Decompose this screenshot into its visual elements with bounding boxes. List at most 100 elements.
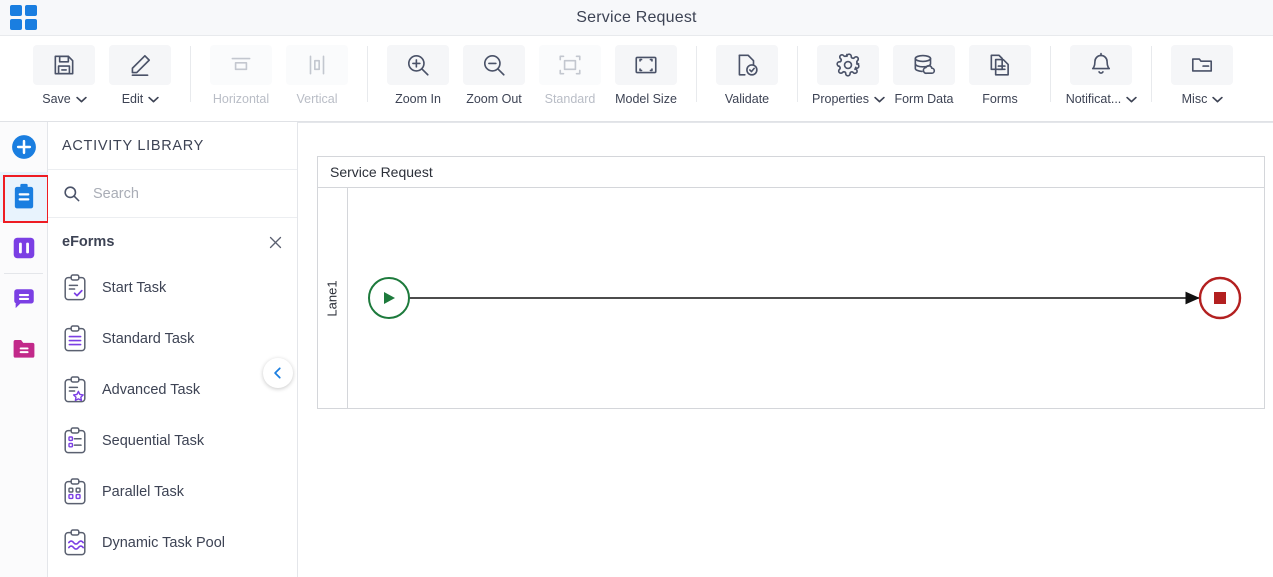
activity-library-panel: ACTIVITY LIBRARY eForms Start Task Standa…	[48, 122, 298, 577]
standard-size-icon	[539, 45, 601, 85]
toolbar-button-misc[interactable]: Misc	[1164, 36, 1240, 106]
toolbar-button-label: Forms	[982, 92, 1017, 106]
clipboard-check-icon	[62, 274, 88, 301]
label-text: Notificat...	[1065, 92, 1122, 106]
label-text: Save	[42, 92, 71, 106]
toolbar-button-label: Notificat...	[1066, 92, 1137, 106]
page-title: Service Request	[576, 8, 697, 26]
list-item[interactable]: Start Task	[48, 262, 297, 313]
pool-body: Lane1	[318, 188, 1264, 408]
toolbar-button-form-data[interactable]: Form Data	[886, 36, 962, 106]
list-item[interactable]: Standard Task	[48, 313, 297, 364]
toolbar-group: Horizontal Vertical	[203, 36, 355, 106]
toolbar-button-label: Form Data	[894, 92, 953, 106]
toolbar-group: Validate	[709, 36, 785, 106]
toolbar-group: Notificat...	[1063, 36, 1139, 106]
end-event[interactable]	[1198, 276, 1242, 320]
gear-icon	[817, 45, 879, 85]
label-text: Forms	[982, 92, 1018, 106]
list-item-label: Start Task	[102, 279, 167, 296]
clipboard-parallel-icon	[62, 478, 88, 505]
chevron-down-icon[interactable]	[1126, 96, 1137, 103]
start-event[interactable]	[368, 277, 410, 319]
zoom-out-icon	[463, 45, 525, 85]
lane-label: Lane1	[325, 279, 340, 317]
label-text: Form Data	[894, 92, 954, 106]
toolbar-button-label: Validate	[725, 92, 769, 106]
label-text: Zoom Out	[466, 92, 522, 106]
folder-misc-icon	[1171, 45, 1233, 85]
toolbar-button-forms[interactable]: Forms	[962, 36, 1038, 106]
toolbar-button-label: Properties	[812, 92, 885, 106]
toolbar-group: Properties Form Data Forms	[810, 36, 1038, 106]
close-icon[interactable]	[268, 235, 283, 250]
toolbar-button-horizontal: Horizontal	[203, 36, 279, 106]
chevron-down-icon[interactable]	[76, 96, 87, 103]
lane-header[interactable]: Lane1	[318, 188, 348, 408]
toolbar-button-notificat[interactable]: Notificat...	[1063, 36, 1139, 106]
align-horizontal-icon	[210, 45, 272, 85]
label-text: Vertical	[296, 92, 338, 106]
label-text: Validate	[724, 92, 770, 106]
toolbar-button-validate[interactable]: Validate	[709, 36, 785, 106]
toolbar-separator	[696, 46, 697, 102]
chevron-left-icon	[274, 367, 281, 379]
flow-graphics	[368, 276, 1242, 320]
toolbar-button-model-size[interactable]: Model Size	[608, 36, 684, 106]
plus-circle-icon	[11, 134, 37, 160]
rail-item-files-panel[interactable]	[0, 324, 48, 374]
list-item[interactable]: Sequential Task	[48, 415, 297, 466]
bpmn-pool[interactable]: Service Request Lane1	[317, 156, 1265, 409]
folder-icon	[11, 337, 37, 361]
toolbar-button-edit[interactable]: Edit	[102, 36, 178, 106]
list-item[interactable]: Parallel Task	[48, 466, 297, 517]
database-cloud-icon	[893, 45, 955, 85]
list-item[interactable]: Dynamic Task Pool	[48, 517, 297, 568]
toolbar-button-label: Edit	[122, 92, 159, 106]
toolbar-button-properties[interactable]: Properties	[810, 36, 886, 106]
diagram-canvas[interactable]: Service Request Lane1	[298, 122, 1273, 577]
align-vertical-icon	[286, 45, 348, 85]
rail-item-activity-library[interactable]	[0, 172, 49, 223]
toolbar-button-label: Horizontal	[213, 92, 269, 106]
forms-pages-icon	[969, 45, 1031, 85]
toolbar-separator	[190, 46, 191, 102]
toolbar-separator	[797, 46, 798, 102]
panel-collapse-handle[interactable]	[263, 358, 293, 388]
toolbar: Save Edit Horizontal Vertical Zoom In Zoom Ou…	[0, 36, 1273, 122]
model-size-icon	[615, 45, 677, 85]
rail-item-comments-panel[interactable]	[0, 274, 48, 324]
toolbar-button-zoom-out[interactable]: Zoom Out	[456, 36, 532, 106]
toolbar-button-save[interactable]: Save	[26, 36, 102, 106]
search-input[interactable]	[93, 185, 263, 202]
label-text: Horizontal	[212, 92, 270, 106]
toolbar-button-vertical: Vertical	[279, 36, 355, 106]
save-floppy-icon	[33, 45, 95, 85]
toolbar-separator	[1151, 46, 1152, 102]
chevron-down-icon[interactable]	[1212, 96, 1224, 103]
grid-apps-icon[interactable]	[10, 5, 38, 31]
title-bar: Service Request	[0, 0, 1273, 36]
pencil-edit-icon	[109, 45, 171, 85]
clipboard-star-icon	[62, 376, 88, 403]
group-label: eForms	[62, 234, 115, 250]
activity-list: Start Task Standard Task Advanced Task Sequ…	[48, 262, 297, 568]
label-text: Standard	[544, 92, 596, 106]
chevron-down-icon[interactable]	[148, 96, 159, 103]
toolbar-button-label: Zoom In	[395, 92, 441, 106]
list-item[interactable]: Advanced Task	[48, 364, 297, 415]
columns-icon	[11, 235, 37, 261]
chevron-down-icon[interactable]	[874, 96, 885, 103]
bell-icon	[1070, 45, 1132, 85]
chat-bubble-icon	[11, 286, 37, 312]
toolbar-button-zoom-in[interactable]: Zoom In	[380, 36, 456, 106]
group-header-eforms: eForms	[48, 222, 297, 262]
rail-item-add-button[interactable]	[0, 122, 48, 172]
search-icon	[62, 184, 81, 203]
rail-item-columns-panel[interactable]	[0, 223, 48, 273]
toolbar-button-standard: Standard	[532, 36, 608, 106]
validate-doc-check-icon	[716, 45, 778, 85]
lane-body[interactable]	[348, 188, 1264, 408]
toolbar-button-label: Vertical	[297, 92, 338, 106]
toolbar-button-label: Standard	[545, 92, 596, 106]
